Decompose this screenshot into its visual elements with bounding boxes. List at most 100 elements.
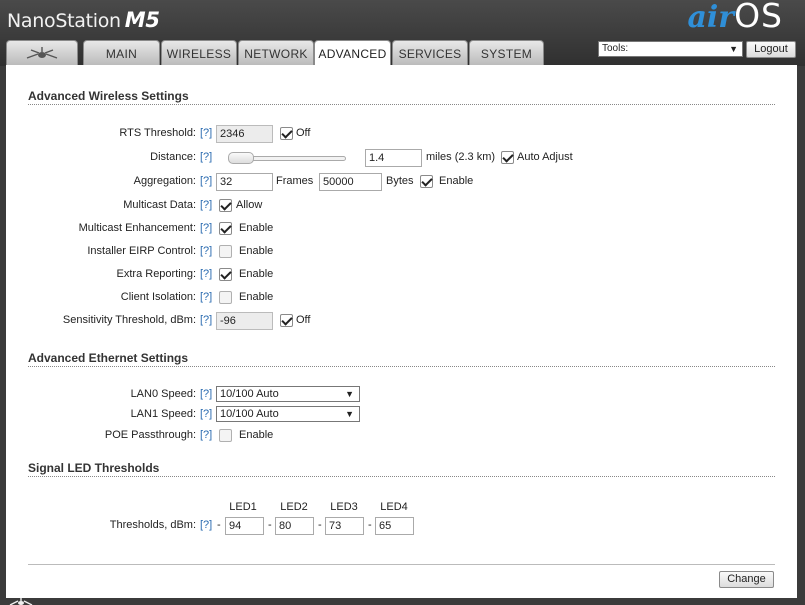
device-brand: NanoStation M5 (7, 8, 160, 32)
tab-services[interactable]: SERVICES (392, 40, 468, 66)
distance-label: Distance: (150, 151, 196, 163)
multicast-enhancement-option: Enable (239, 222, 274, 234)
tab-network[interactable]: NETWORK (238, 40, 314, 66)
form-footer-divider (28, 564, 775, 565)
bytes-label: Bytes (386, 175, 414, 187)
led3-header: LED3 (330, 501, 358, 513)
chevron-down-icon: ▼ (729, 44, 738, 54)
lan0-speed-select[interactable]: 10/100 Auto ▼ (216, 386, 360, 402)
logo-air: air (687, 0, 735, 35)
device-model: M5 (124, 8, 160, 32)
tab-main[interactable]: MAIN (83, 40, 160, 66)
rts-off-label: Off (296, 127, 311, 139)
help-link[interactable]: [?] (200, 124, 212, 142)
tab-advanced[interactable]: ADVANCED (314, 40, 391, 67)
lan0-speed-label: LAN0 Speed: (130, 388, 196, 400)
logout-button[interactable]: Logout (746, 41, 796, 58)
auto-adjust-label: Auto Adjust (517, 151, 573, 163)
section-title-led: Signal LED Thresholds (28, 461, 160, 475)
poe-passthrough-label: POE Passthrough: (104, 429, 196, 441)
tab-wireless[interactable]: WIRELESS (161, 40, 237, 66)
client-isolation-checkbox[interactable] (219, 291, 232, 304)
help-link[interactable]: [?] (200, 385, 212, 403)
lan1-speed-label: LAN1 Speed: (130, 408, 196, 420)
sensitivity-off-label: Off (296, 314, 311, 326)
distance-unit: miles (2.3 km) (426, 151, 496, 163)
help-link[interactable]: [?] (200, 426, 212, 444)
lan0-speed-value: 10/100 Auto (220, 388, 279, 400)
led3-input[interactable]: 73 (325, 517, 364, 535)
help-link[interactable]: [?] (200, 219, 212, 237)
change-button[interactable]: Change (719, 571, 774, 588)
help-link[interactable]: [?] (200, 516, 212, 534)
sensitivity-off-checkbox[interactable] (280, 314, 293, 327)
extra-reporting-row: Extra Reporting: [?] Enable (6, 265, 797, 285)
tab-ubiquiti-logo[interactable] (6, 40, 78, 66)
rts-threshold-row: RTS Threshold: [?] 2346 Off (6, 124, 797, 144)
poe-passthrough-row: POE Passthrough: [?] Enable (6, 426, 797, 446)
led-dash: - (368, 519, 372, 531)
tools-label: Tools: (602, 43, 629, 54)
aggregation-enable-label: Enable (439, 175, 474, 187)
led2-input[interactable]: 80 (275, 517, 314, 535)
led-dash: - (268, 519, 272, 531)
extra-reporting-label: Extra Reporting: (116, 268, 196, 280)
multicast-enhancement-checkbox[interactable] (219, 222, 232, 235)
led-dash: - (318, 519, 322, 531)
chevron-down-icon: ▼ (345, 409, 354, 419)
eirp-control-option: Enable (239, 245, 274, 257)
poe-passthrough-checkbox[interactable] (219, 429, 232, 442)
multicast-data-checkbox[interactable] (219, 199, 232, 212)
led-thresholds-row: Thresholds, dBm: [?] - 94 - 80 - 73 - 65 (6, 516, 797, 536)
chevron-down-icon: ▼ (345, 389, 354, 399)
client-isolation-option: Enable (239, 291, 274, 303)
extra-reporting-option: Enable (239, 268, 274, 280)
section-divider (28, 366, 775, 367)
frames-label: Frames (276, 175, 314, 187)
led4-header: LED4 (380, 501, 408, 513)
client-isolation-label: Client Isolation: (120, 291, 196, 303)
section-divider (28, 476, 775, 477)
distance-slider-handle[interactable] (228, 152, 254, 164)
ubiquiti-footer-icon (9, 598, 33, 605)
lan1-speed-row: LAN1 Speed: [?] 10/100 Auto ▼ (6, 405, 797, 425)
led-dash: - (217, 519, 221, 531)
distance-input[interactable]: 1.4 (365, 149, 422, 167)
led2-header: LED2 (280, 501, 308, 513)
led-thresholds-label: Thresholds, dBm: (109, 519, 196, 531)
aggregation-frames-input[interactable]: 32 (216, 173, 273, 191)
auto-adjust-checkbox[interactable] (501, 151, 514, 164)
lan1-speed-select[interactable]: 10/100 Auto ▼ (216, 406, 360, 422)
eirp-control-row: Installer EIRP Control: [?] Enable (6, 242, 797, 262)
aggregation-row: Aggregation: [?] 32 Frames 50000 Bytes E… (6, 172, 797, 192)
logo-os: OS (734, 0, 783, 35)
aggregation-enable-checkbox[interactable] (420, 175, 433, 188)
aggregation-label: Aggregation: (133, 175, 196, 187)
help-link[interactable]: [?] (200, 148, 212, 166)
help-link[interactable]: [?] (200, 311, 212, 329)
help-link[interactable]: [?] (200, 265, 212, 283)
help-link[interactable]: [?] (200, 196, 212, 214)
aggregation-bytes-input[interactable]: 50000 (319, 173, 382, 191)
led4-input[interactable]: 65 (375, 517, 414, 535)
rts-off-checkbox[interactable] (280, 127, 293, 140)
led1-header: LED1 (229, 501, 257, 513)
airos-logo: airOS (687, 0, 783, 35)
help-link[interactable]: [?] (200, 172, 212, 190)
multicast-data-row: Multicast Data: [?] Allow (6, 196, 797, 216)
client-isolation-row: Client Isolation: [?] Enable (6, 288, 797, 308)
eirp-control-label: Installer EIRP Control: (87, 245, 196, 257)
help-link[interactable]: [?] (200, 405, 212, 423)
multicast-data-label: Multicast Data: (123, 199, 196, 211)
rts-threshold-input[interactable]: 2346 (216, 125, 273, 143)
distance-row: Distance: [?] 1.4 miles (2.3 km) Auto Ad… (6, 148, 797, 168)
extra-reporting-checkbox[interactable] (219, 268, 232, 281)
section-divider (28, 104, 775, 105)
help-link[interactable]: [?] (200, 242, 212, 260)
sensitivity-threshold-input[interactable]: -96 (216, 312, 273, 330)
help-link[interactable]: [?] (200, 288, 212, 306)
tab-system[interactable]: SYSTEM (469, 40, 544, 66)
eirp-control-checkbox[interactable] (219, 245, 232, 258)
led1-input[interactable]: 94 (225, 517, 264, 535)
tools-dropdown[interactable]: Tools: ▼ (598, 41, 743, 57)
